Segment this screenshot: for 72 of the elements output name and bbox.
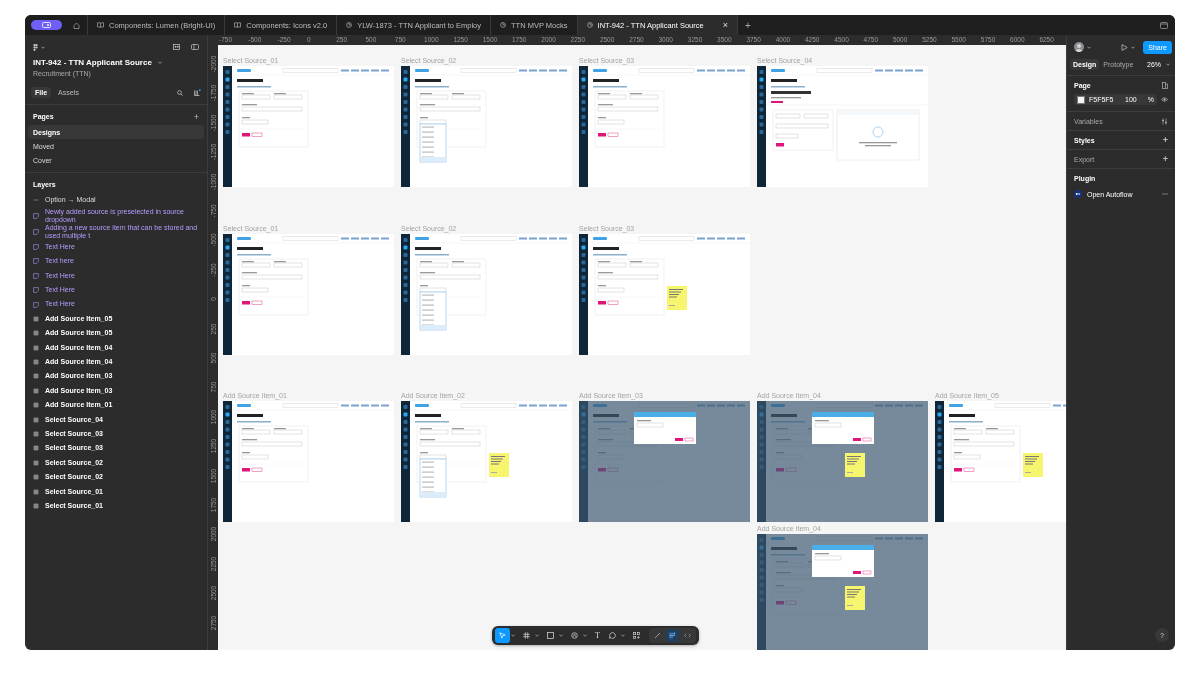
color-swatch[interactable] <box>1077 95 1085 104</box>
screen-mockup-drawing[interactable] <box>223 401 394 522</box>
window-icon <box>42 22 51 28</box>
eye-icon[interactable] <box>1161 97 1168 102</box>
frame-icon <box>523 632 530 639</box>
screen-mockup-drawing[interactable] <box>401 66 572 187</box>
frame-icon <box>33 488 39 495</box>
frame-icon <box>33 502 39 509</box>
play-icon[interactable] <box>1121 43 1129 51</box>
file-name[interactable]: INT-942 - TTN Applicant Source <box>33 58 152 67</box>
book-icon <box>97 22 104 28</box>
frame-icon <box>33 431 39 437</box>
frame-icon <box>33 344 39 351</box>
pen-icon <box>571 632 578 639</box>
file-icon <box>586 22 593 28</box>
screen-mockup-drawing[interactable] <box>757 534 928 650</box>
book-icon <box>234 22 242 28</box>
screen-mockup-drawing[interactable] <box>223 234 394 355</box>
screen-mockup-drawing[interactable] <box>935 401 1066 522</box>
sticky-note-icon <box>33 212 39 219</box>
frame-icon <box>33 330 39 337</box>
logo-icon[interactable] <box>33 43 38 51</box>
frame-icon <box>33 359 39 366</box>
design-icon <box>668 632 676 639</box>
file-icon <box>500 22 506 28</box>
screen-mockup-drawing[interactable] <box>401 401 572 522</box>
frame-icon <box>33 474 39 481</box>
rectangle-icon <box>547 632 554 639</box>
panel-icon[interactable] <box>1160 21 1168 29</box>
sliders-icon[interactable] <box>1161 117 1168 125</box>
screen-mockup-drawing[interactable] <box>223 66 394 187</box>
plugin-icon <box>1074 190 1082 198</box>
layout-icon[interactable] <box>173 44 180 50</box>
screen-mockup-drawing[interactable] <box>579 234 750 355</box>
frame-icon <box>33 373 39 380</box>
new-tab-button[interactable]: + <box>738 15 758 35</box>
avatar-icon[interactable] <box>1074 42 1084 52</box>
add-page-button[interactable]: + <box>193 111 199 122</box>
caret-icon <box>1087 45 1091 49</box>
page-icon[interactable] <box>1162 81 1168 89</box>
caret-icon <box>41 45 45 49</box>
file-icon <box>346 22 353 28</box>
screen-mockup-drawing[interactable] <box>757 66 928 187</box>
actions-icon <box>632 632 640 639</box>
sticky-note-icon <box>33 243 39 250</box>
frame-icon <box>33 445 39 452</box>
screen-mockup-drawing[interactable] <box>401 234 572 355</box>
add-button[interactable]: + <box>1162 135 1168 145</box>
screen-mockup-drawing[interactable] <box>579 401 750 522</box>
cursor-icon <box>499 632 506 639</box>
search-icon[interactable] <box>177 89 183 96</box>
frame-icon <box>33 315 39 322</box>
library-icon[interactable] <box>194 89 201 96</box>
frame-icon <box>33 402 39 409</box>
screen-mockup-drawing[interactable] <box>757 401 928 522</box>
frame-icon <box>33 459 39 466</box>
brush-icon <box>653 632 661 639</box>
text-tool-button[interactable]: T <box>591 628 604 643</box>
sidebar-icon[interactable] <box>191 44 199 50</box>
move-tool-button[interactable] <box>495 628 510 643</box>
comment-icon <box>608 632 616 639</box>
code-icon <box>683 632 691 639</box>
frame-icon <box>33 416 39 423</box>
caret-icon <box>1166 62 1170 66</box>
frame-icon <box>33 387 39 394</box>
sticky-note-icon <box>33 228 39 235</box>
line-icon <box>33 197 39 204</box>
close-button[interactable]: × <box>722 20 728 30</box>
screen-mockup-drawing[interactable] <box>579 66 750 187</box>
workspace-button[interactable] <box>31 20 62 30</box>
home-icon <box>73 21 80 29</box>
design-mode-button[interactable] <box>665 629 679 642</box>
